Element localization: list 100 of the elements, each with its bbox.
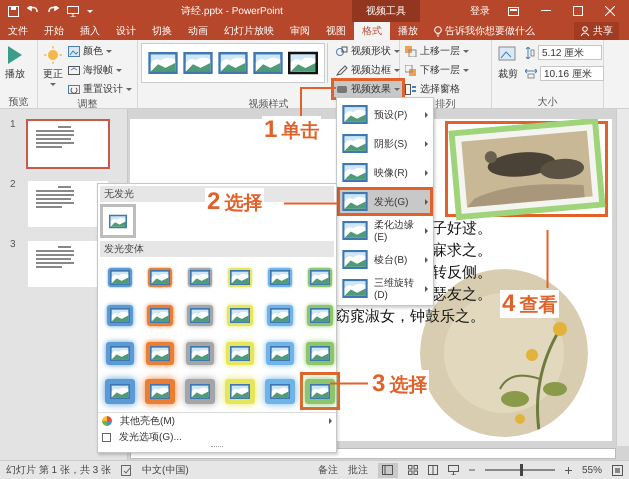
close-icon[interactable] [605, 6, 615, 16]
submenu-arrow-icon [425, 256, 428, 262]
landscape-icon [270, 346, 290, 360]
glow-option[interactable] [300, 372, 340, 410]
height-field[interactable]: 5.12 厘米 [538, 45, 602, 60]
comments-button[interactable]: 批注 [348, 463, 368, 477]
landscape-icon [110, 346, 130, 360]
ribbon-tab[interactable]: 播放 [390, 22, 426, 40]
customize-icon[interactable] [87, 10, 93, 12]
color-button[interactable]: 颜色 [66, 43, 134, 59]
video-border-button[interactable]: 视频边框 [334, 62, 402, 78]
submenu-arrow-icon [425, 198, 428, 204]
caret-icon [126, 88, 132, 90]
fit-window-icon[interactable] [612, 464, 623, 476]
group-label: 大小 [536, 96, 558, 108]
zoom-out-icon[interactable] [468, 467, 475, 473]
ribbon-tab[interactable]: 格式 [354, 22, 390, 40]
zoom-level[interactable]: 55% [582, 464, 602, 476]
spelling-icon[interactable] [121, 464, 132, 476]
landscape-icon [190, 346, 210, 360]
caret-icon [50, 83, 56, 86]
glow-options-item[interactable]: 发光选项(G)... [98, 429, 336, 445]
slideshow-icon[interactable] [448, 465, 459, 475]
slide-number: 2 [10, 179, 16, 190]
ribbon-options-icon[interactable] [508, 6, 519, 16]
ribbon-tab[interactable]: 审阅 [282, 22, 318, 40]
send-backward-button[interactable]: 下移一层 [403, 62, 471, 78]
no-glow-option[interactable] [100, 204, 136, 238]
shapes-icon [336, 46, 348, 56]
width-field[interactable]: 10.16 厘米 [540, 66, 604, 81]
sign-in-link[interactable]: 登录 [470, 4, 490, 18]
submenu-arrow-icon [425, 170, 428, 176]
landscape-icon [230, 346, 250, 360]
height-icon [525, 46, 535, 58]
more-colors-item[interactable]: 其他亮色(M) [98, 413, 336, 429]
person-icon [580, 26, 590, 36]
poem-line: 子好逑。 [432, 220, 492, 238]
submenu-arrow-icon [425, 140, 428, 146]
color-wheel-icon [102, 416, 112, 426]
submenu-arrow-icon [425, 286, 428, 292]
ribbon-tab[interactable]: 设计 [108, 22, 144, 40]
video-shape-button[interactable]: 视频形状 [334, 43, 402, 59]
ribbon-tab[interactable]: 开始 [36, 22, 72, 40]
pencil-icon [336, 64, 348, 76]
menu-item[interactable]: 映像(R) [337, 158, 433, 187]
ribbon-tab[interactable]: 动画 [180, 22, 216, 40]
save-icon[interactable] [8, 6, 19, 16]
ribbon-tab[interactable]: 视图 [318, 22, 354, 40]
crop-button[interactable]: 裁剪 [495, 43, 521, 83]
menu-item[interactable]: 柔化边缘(E) [337, 216, 433, 245]
slide-number: 3 [10, 239, 16, 250]
landscape-icon [218, 52, 248, 74]
slide-sorter-icon[interactable] [408, 465, 418, 475]
ribbon-tab[interactable]: 切换 [144, 22, 180, 40]
landscape-icon [253, 52, 283, 74]
gallery-scrollbar[interactable] [327, 43, 328, 83]
resize-grip-icon[interactable] [211, 446, 223, 450]
effects-icon [336, 84, 348, 94]
vertical-scrollbar[interactable] [616, 109, 629, 446]
landscape-icon [230, 384, 250, 398]
landscape-icon [342, 134, 368, 153]
menu-item[interactable]: 棱台(B) [337, 245, 433, 274]
menu-item[interactable]: 阴影(S) [337, 129, 433, 158]
maximize-icon[interactable] [573, 6, 583, 16]
section-header: 发光变体 [100, 241, 334, 257]
video-style-option[interactable] [288, 51, 318, 75]
landscape-icon [342, 105, 368, 124]
menu-item[interactable]: 三维旋转(D) [337, 274, 433, 303]
layers-icon [405, 46, 417, 56]
group-label: 排列 [434, 98, 456, 110]
frame-icon [68, 64, 80, 76]
notes-button[interactable]: 备注 [318, 463, 338, 477]
slide-thumbnail[interactable] [26, 119, 110, 169]
menu-item[interactable]: 发光(G) [337, 187, 433, 216]
slideshow-icon[interactable] [67, 6, 79, 16]
corrections-button[interactable]: 更正 [41, 43, 65, 88]
group-label: 视频样式 [248, 98, 290, 110]
reading-view-icon[interactable] [428, 465, 438, 475]
tell-me-field[interactable]: 告诉我你想要做什么 [445, 24, 535, 38]
width-icon [525, 68, 537, 78]
normal-view-button[interactable] [378, 462, 398, 478]
zoom-in-icon[interactable] [564, 466, 572, 474]
landscape-icon [183, 52, 213, 74]
landscape-icon [150, 384, 170, 398]
ribbon-tab[interactable]: 幻灯片放映 [216, 22, 282, 40]
minimize-icon[interactable] [541, 10, 551, 12]
video-effects-button[interactable]: 视频效果 [334, 81, 402, 97]
reset-design-button[interactable]: 重置设计 [66, 81, 134, 97]
play-button[interactable]: 播放 [3, 43, 27, 83]
ribbon-tab[interactable]: 文件 [0, 22, 36, 40]
bring-forward-button[interactable]: 上移一层 [403, 43, 471, 59]
caret-icon [394, 88, 400, 90]
language-status[interactable]: 中文(中国) [142, 463, 189, 477]
caret-icon [463, 50, 469, 52]
menu-item[interactable]: 预设(P) [337, 100, 433, 129]
ribbon-tab[interactable]: 插入 [72, 22, 108, 40]
share-button[interactable]: 共享 [574, 22, 619, 40]
poster-frame-button[interactable]: 海报帧 [66, 62, 134, 78]
selection-pane-button[interactable]: 选择窗格 [403, 81, 471, 97]
landscape-icon [342, 163, 368, 182]
